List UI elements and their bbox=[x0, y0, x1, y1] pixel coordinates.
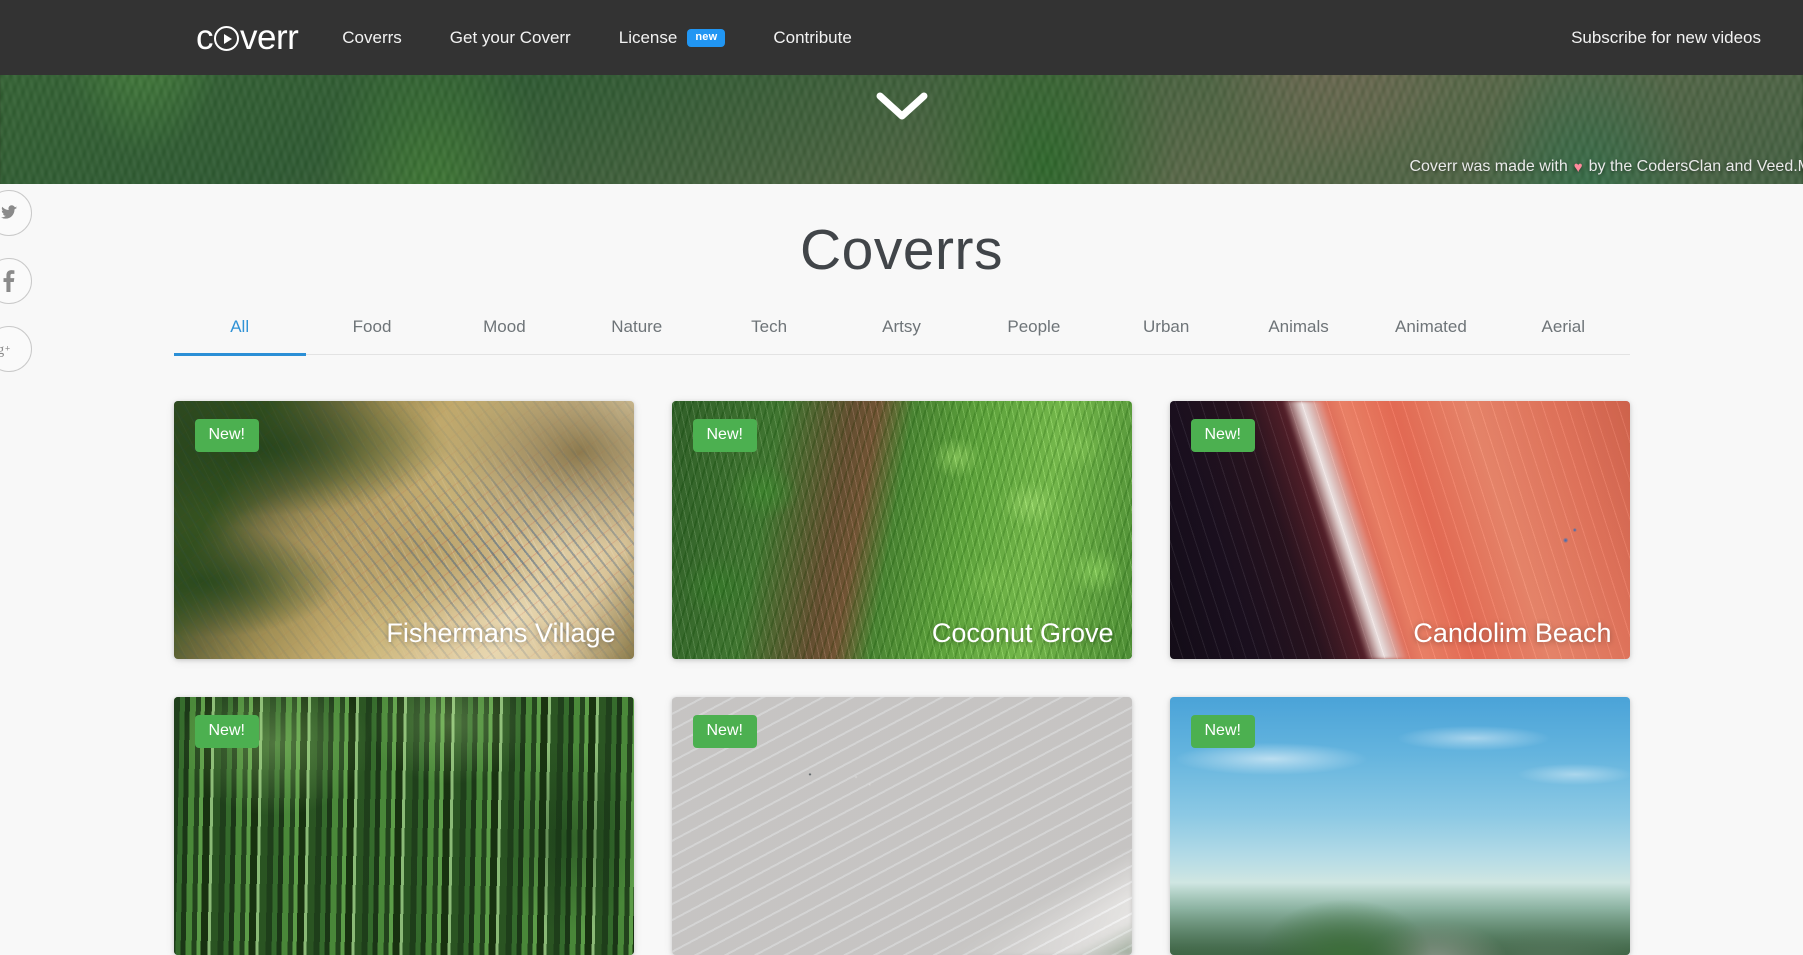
share-google-plus-button[interactable]: g + bbox=[0, 326, 32, 372]
nav-label: License bbox=[618, 27, 678, 47]
card-title: Coconut Grove bbox=[931, 618, 1114, 648]
main-navigation: Coverrs Get your Coverr License new Cont… bbox=[342, 0, 900, 75]
nav-item-contribute[interactable]: Contribute bbox=[773, 28, 851, 48]
logo-text-before: c bbox=[196, 18, 214, 57]
status-badge: New! bbox=[194, 419, 259, 452]
google-plus-icon: g + bbox=[0, 342, 10, 358]
page-title: Coverrs bbox=[799, 218, 1004, 282]
tab-aerial[interactable]: Aerial bbox=[1497, 317, 1629, 354]
tab-animals[interactable]: Animals bbox=[1232, 317, 1364, 354]
hero-credit-before: Coverr was made with bbox=[1409, 158, 1568, 175]
coverr-card[interactable]: New! Coconut Grove bbox=[671, 401, 1132, 659]
tab-people[interactable]: People bbox=[968, 317, 1100, 354]
site-logo[interactable]: c verr bbox=[196, 0, 299, 75]
chevron-down-icon[interactable] bbox=[876, 91, 928, 126]
nav-item-get-your-coverr[interactable]: Get your Coverr bbox=[450, 28, 571, 48]
new-badge: new bbox=[687, 28, 726, 47]
coverr-card[interactable]: New! bbox=[1169, 697, 1630, 955]
tab-tech[interactable]: Tech bbox=[703, 317, 835, 354]
coverr-grid: New! Fishermans Village New! Coconut Gro… bbox=[173, 401, 1630, 955]
play-circle-icon bbox=[214, 26, 239, 51]
heart-icon: ♥ bbox=[1573, 158, 1583, 176]
nav-label: Get your Coverr bbox=[449, 27, 571, 47]
coverr-card[interactable]: New! Candolim Beach bbox=[1169, 401, 1630, 659]
tab-food[interactable]: Food bbox=[306, 317, 438, 354]
hero-video-banner: Coverr was made with ♥ by the CodersClan… bbox=[0, 75, 1803, 184]
svg-text:+: + bbox=[5, 343, 10, 353]
hero-credit-after: by the CodersClan and Veed.M bbox=[1588, 158, 1803, 175]
site-header: c verr Coverrs Get your Coverr License ne… bbox=[0, 0, 1803, 75]
status-badge: New! bbox=[1190, 715, 1255, 748]
tab-artsy[interactable]: Artsy bbox=[835, 317, 967, 354]
coverr-card[interactable]: New! bbox=[671, 697, 1132, 955]
twitter-icon bbox=[0, 205, 18, 219]
hero-credit: Coverr was made with ♥ by the CodersClan… bbox=[1409, 158, 1803, 176]
card-title: Fishermans Village bbox=[386, 618, 616, 648]
share-twitter-button[interactable] bbox=[0, 190, 32, 236]
coverr-card[interactable]: New! Fishermans Village bbox=[173, 401, 634, 659]
nav-item-license[interactable]: License new bbox=[619, 28, 726, 48]
share-facebook-button[interactable] bbox=[0, 258, 32, 304]
nav-item-coverrs[interactable]: Coverrs bbox=[342, 28, 402, 48]
coverr-card[interactable]: New! bbox=[173, 697, 634, 955]
svg-text:g: g bbox=[0, 342, 4, 358]
tab-urban[interactable]: Urban bbox=[1100, 317, 1232, 354]
tab-nature[interactable]: Nature bbox=[571, 317, 703, 354]
status-badge: New! bbox=[194, 715, 259, 748]
tab-mood[interactable]: Mood bbox=[438, 317, 570, 354]
logo-text-after: verr bbox=[240, 18, 299, 57]
tab-animated[interactable]: Animated bbox=[1365, 317, 1497, 354]
nav-label: Contribute bbox=[773, 27, 852, 47]
status-badge: New! bbox=[692, 419, 757, 452]
social-share-rail: g + bbox=[0, 190, 32, 394]
main-content: Coverrs All Food Mood Nature Tech Artsy … bbox=[0, 184, 1803, 955]
tab-all[interactable]: All bbox=[173, 317, 307, 356]
status-badge: New! bbox=[1190, 419, 1255, 452]
card-title: Candolim Beach bbox=[1413, 618, 1612, 648]
facebook-icon bbox=[3, 270, 15, 292]
subscribe-link[interactable]: Subscribe for new videos bbox=[1571, 28, 1761, 48]
nav-label: Coverrs bbox=[342, 27, 402, 47]
logo-text: c verr bbox=[196, 18, 299, 57]
category-tabs: All Food Mood Nature Tech Artsy People U… bbox=[173, 317, 1630, 356]
status-badge: New! bbox=[692, 715, 757, 748]
